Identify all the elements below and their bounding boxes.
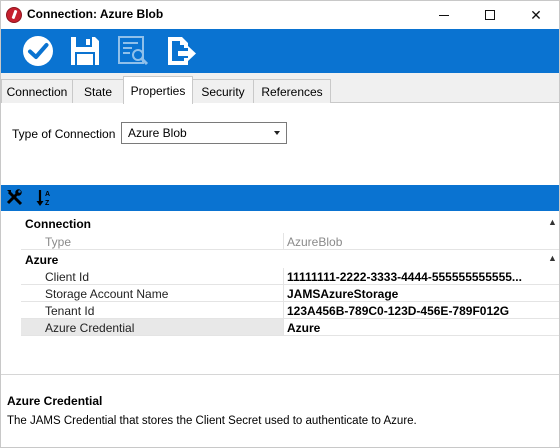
description-text: The JAMS Credential that stores the Clie… [7, 415, 417, 427]
view-button[interactable] [116, 34, 150, 68]
title-bar: Connection: Azure Blob ✕ [1, 1, 559, 29]
property-row-tenant-id[interactable]: Tenant Id 123A456B-789C0-123D-456E-789F0… [1, 302, 559, 319]
property-row-azure-credential[interactable]: Azure Credential Azure [1, 319, 559, 336]
tab-state[interactable]: State [72, 79, 124, 103]
category-azure[interactable]: Azure ▲ [1, 251, 559, 269]
property-value[interactable]: JAMSAzureStorage [284, 285, 559, 302]
jams-app-icon [6, 7, 22, 23]
property-value: AzureBlob [284, 233, 559, 250]
checkmark-circle-icon [23, 36, 53, 66]
property-name: Tenant Id [21, 302, 284, 319]
floppy-disk-icon [71, 37, 99, 65]
maximize-icon [485, 10, 495, 20]
property-row-client-id[interactable]: Client Id 11111111-2222-3333-4444-555555… [1, 268, 559, 285]
property-value[interactable]: Azure [284, 319, 559, 336]
collapse-icon[interactable]: ▲ [548, 217, 557, 227]
category-label: Connection [25, 217, 91, 231]
sort-alphabetical-icon: A Z [36, 190, 50, 207]
save-button[interactable] [68, 34, 102, 68]
minimize-icon [439, 14, 449, 16]
minimize-button[interactable] [421, 1, 467, 29]
tab-properties[interactable]: Properties [123, 76, 193, 104]
tab-security[interactable]: Security [192, 79, 254, 103]
property-name: Client Id [21, 268, 284, 285]
category-connection[interactable]: Connection ▲ [1, 215, 559, 233]
type-of-connection-dropdown[interactable]: Azure Blob [121, 122, 287, 144]
property-tools-icon [6, 189, 23, 206]
tab-connection[interactable]: Connection [1, 79, 73, 103]
property-name: Azure Credential [21, 319, 284, 336]
maximize-button[interactable] [467, 1, 513, 29]
svg-text:A: A [45, 191, 50, 198]
svg-text:Z: Z [45, 200, 50, 207]
category-label: Azure [25, 253, 59, 267]
connection-window: Connection: Azure Blob ✕ Connection Stat… [0, 0, 560, 448]
property-name: Type [21, 233, 284, 250]
sort-alphabetical-button[interactable]: A Z [35, 188, 55, 208]
main-toolbar [1, 29, 559, 73]
property-value[interactable]: 11111111-2222-3333-4444-555555555555... [284, 268, 559, 285]
chevron-down-icon [274, 131, 280, 135]
ok-button[interactable] [21, 34, 55, 68]
property-pages-button[interactable] [5, 188, 25, 208]
type-of-connection-label: Type of Connection [12, 127, 116, 141]
property-value[interactable]: 123A456B-789C0-123D-456E-789F012G [284, 302, 559, 319]
type-of-connection-value: Azure Blob [128, 126, 187, 140]
description-title: Azure Credential [7, 394, 103, 408]
tab-strip: Connection State Properties Security Ref… [1, 73, 559, 104]
property-name: Storage Account Name [21, 285, 284, 302]
view-details-icon [118, 36, 149, 66]
window-title: Connection: Azure Blob [27, 7, 164, 21]
collapse-icon[interactable]: ▲ [548, 253, 557, 263]
tab-references[interactable]: References [253, 79, 331, 103]
property-row-type[interactable]: Type AzureBlob [1, 233, 559, 250]
property-grid-toolbar: A Z [1, 185, 559, 211]
export-document-icon [168, 37, 196, 65]
export-button[interactable] [164, 34, 198, 68]
close-button[interactable]: ✕ [513, 1, 559, 29]
close-icon: ✕ [530, 6, 542, 23]
divider [1, 374, 559, 375]
property-row-storage-account-name[interactable]: Storage Account Name JAMSAzureStorage [1, 285, 559, 302]
